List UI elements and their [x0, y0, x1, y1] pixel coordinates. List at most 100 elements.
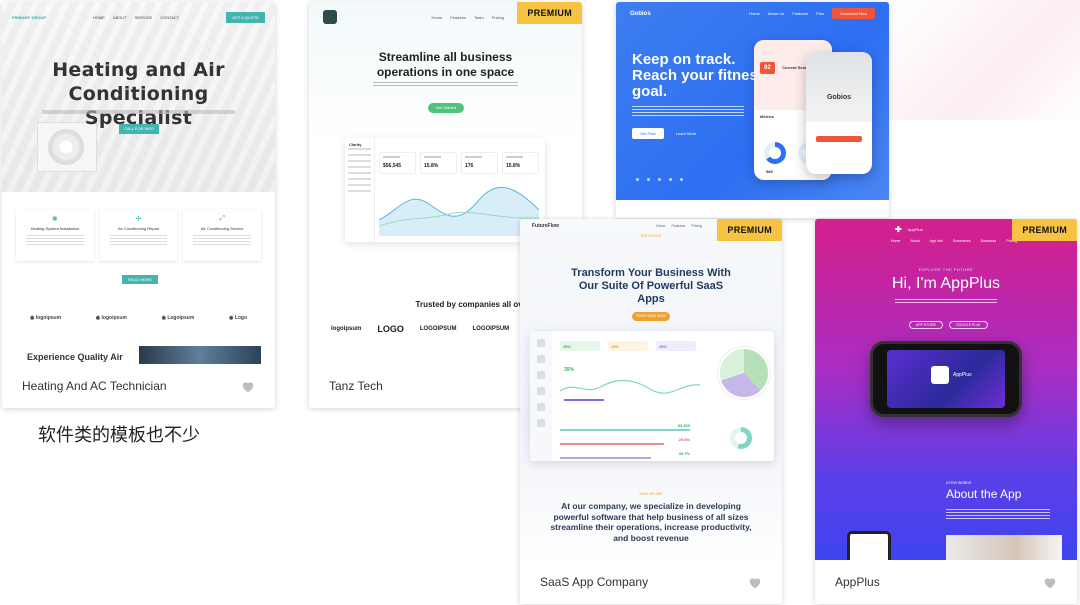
premium-badge: PREMIUM — [717, 219, 782, 241]
app-label: AppPlus — [953, 372, 972, 378]
line-chart: 35% — [560, 367, 700, 401]
template-thumbnail[interactable]: FutureFlow Home Features Pricing SOLUTIO… — [520, 219, 782, 562]
area-chart — [379, 186, 539, 236]
stat-box: 15.8% — [502, 152, 539, 174]
heart-icon[interactable] — [748, 576, 762, 589]
score-label: Current Score — [782, 65, 809, 70]
thumb-nav: PRIMARY GROUP HOME ABOUT SERVICE CONTACT… — [12, 10, 265, 24]
card-title[interactable]: Heating And AC Technician — [22, 379, 167, 393]
thumb-nav-link: Team — [473, 14, 484, 20]
phone-mockup: AppPlus — [870, 341, 1022, 417]
thumb-logo-row: logoipsum logoipsum Logoipsum Logo — [30, 315, 247, 321]
stat-value: 15.8% — [506, 163, 521, 169]
thumb-nav-link: ABOUT — [112, 14, 127, 20]
stat-value: 15.8% — [424, 163, 439, 169]
row-value: $3,300 — [677, 423, 690, 428]
thumb-nav-link: Home — [656, 224, 666, 228]
thumb-subtext — [42, 110, 235, 114]
partner-logo: LOGO — [377, 324, 404, 334]
thumb-cta: Get Started — [428, 103, 464, 113]
thumb-nav-link: Pricing — [491, 14, 504, 20]
stat-box: 15.8% — [420, 152, 457, 174]
thumb-nav: ✚ AppPlus — [895, 225, 1007, 234]
thumb-nav-link: Home — [431, 14, 443, 20]
partner-logo: LOGOIPSUM — [472, 326, 510, 332]
thumb-nav-link: About Us — [767, 11, 785, 16]
partner-logo: LOGOIPSUM — [419, 326, 457, 332]
stat-box: 176 — [461, 152, 498, 174]
thumb-bottom-image — [139, 346, 261, 364]
thumb-eyebrow: EXPLORE THE FUTURE — [918, 267, 974, 272]
feature-title: Heating System Installation — [30, 226, 80, 231]
thumb-primary-button: Get Free — [632, 128, 664, 139]
phone-mockup — [847, 531, 891, 562]
thumb-subtext — [373, 82, 518, 88]
thumb-headline: Hi, I'm AppPlus — [892, 275, 1000, 292]
thumb-nav-link: Home — [749, 11, 760, 16]
template-thumbnail[interactable]: ✚ AppPlus Home About App Info Screenshot… — [815, 219, 1077, 562]
heart-icon[interactable] — [241, 380, 255, 393]
thumb-nav-link: App Info — [929, 239, 943, 243]
template-card-appplus[interactable]: ✚ AppPlus Home About App Info Screenshot… — [815, 219, 1077, 604]
thumb-logo: PRIMARY GROUP — [12, 14, 47, 20]
feature-title: Air Conditioning Repair — [117, 226, 160, 231]
row-value: 35.7% — [678, 451, 690, 456]
feature-title: Air Conditioning Service — [200, 226, 244, 231]
card-title[interactable]: AppPlus — [835, 575, 880, 589]
thumb-eyebrow: WHO WE ARE — [639, 492, 663, 496]
chart-value: 35% — [564, 367, 575, 373]
template-card-hvac[interactable]: PRIMARY GROUP HOME ABOUT SERVICE CONTACT… — [2, 2, 275, 408]
plus-icon: ✚ — [895, 225, 902, 234]
card-footer: Heating And AC Technician — [2, 364, 275, 408]
template-card-saas[interactable]: FutureFlow Home Features Pricing SOLUTIO… — [520, 219, 782, 604]
fan-icon — [48, 129, 84, 165]
template-card-gobios[interactable]: Gobios Home About Us Features Plan Downl… — [616, 2, 889, 218]
card-footer: AppPlus — [815, 560, 1077, 604]
partner-logo: logoipsum — [30, 315, 61, 321]
card-footer: SaaS App Company — [520, 560, 782, 604]
card-title[interactable]: Tanz Tech — [329, 379, 383, 393]
thumb-nav: FutureFlow Home Features Pricing — [532, 223, 702, 229]
card-title[interactable]: SaaS App Company — [540, 575, 648, 589]
feature-card: ✱ Heating System Installation — [16, 209, 94, 261]
thumb-subtext — [895, 299, 997, 305]
thumb-cta: CALL FOR INFO — [119, 124, 159, 134]
thumb-headline: Streamline all business operations in on… — [376, 50, 515, 79]
person-photo — [946, 535, 1062, 562]
carousel-dots — [636, 178, 683, 181]
stat-value: 176 — [465, 163, 474, 169]
dashboard-preview: Clarity $56,545 15.8% 176 15.8% — [345, 138, 545, 242]
pie-chart — [718, 347, 770, 399]
thumb-subtext — [946, 509, 1050, 521]
phone-mockup: Gobios — [806, 52, 872, 174]
thumb-read-more: READ MORE — [122, 275, 158, 284]
thumb-logo — [323, 10, 337, 24]
thumb-logo: Gobios — [630, 10, 651, 17]
thumb-nav-link: Home — [891, 239, 901, 243]
thumb-nav-link: CONTACT — [160, 14, 180, 20]
thumb-nav-link: Plan — [816, 11, 825, 16]
thumb-store-button: APP STORE — [909, 321, 943, 329]
heart-icon[interactable] — [1043, 576, 1057, 589]
partner-logo: Logo — [229, 315, 247, 321]
thumb-eyebrow: A FEW WORDS — [946, 481, 972, 485]
thumb-logo: AppPlus — [907, 227, 923, 232]
thumb-nav-link: Pricing — [691, 224, 702, 228]
thumb-nav-link: Screenshot — [952, 239, 971, 243]
thumb-nav-link: Features — [792, 11, 809, 16]
template-thumbnail[interactable]: Gobios Home About Us Features Plan Downl… — [616, 2, 889, 200]
caption-text: 软件类的模板也不少 — [38, 425, 200, 446]
thumb-headline: Transform Your Business With Our Suite O… — [571, 267, 731, 305]
stat-value: 589 — [766, 169, 773, 174]
stat-pill: 25% — [656, 341, 696, 351]
thumb-headline: Keep on track. Reach your fitness goal. — [632, 51, 767, 100]
snowflake-icon: ✱ — [51, 216, 58, 223]
feature-card: ⤢ Air Conditioning Service — [183, 209, 262, 261]
premium-badge: PREMIUM — [517, 2, 582, 24]
partner-logo: logoipsum — [331, 326, 362, 332]
thumb-logo: FutureFlow — [532, 223, 559, 229]
thumb-nav-button: Download Now — [832, 8, 875, 19]
thumb-nav: Gobios Home About Us Features Plan Downl… — [630, 8, 875, 19]
template-thumbnail[interactable]: PRIMARY GROUP HOME ABOUT SERVICE CONTACT… — [2, 2, 275, 364]
thumb-subtext — [632, 106, 744, 116]
